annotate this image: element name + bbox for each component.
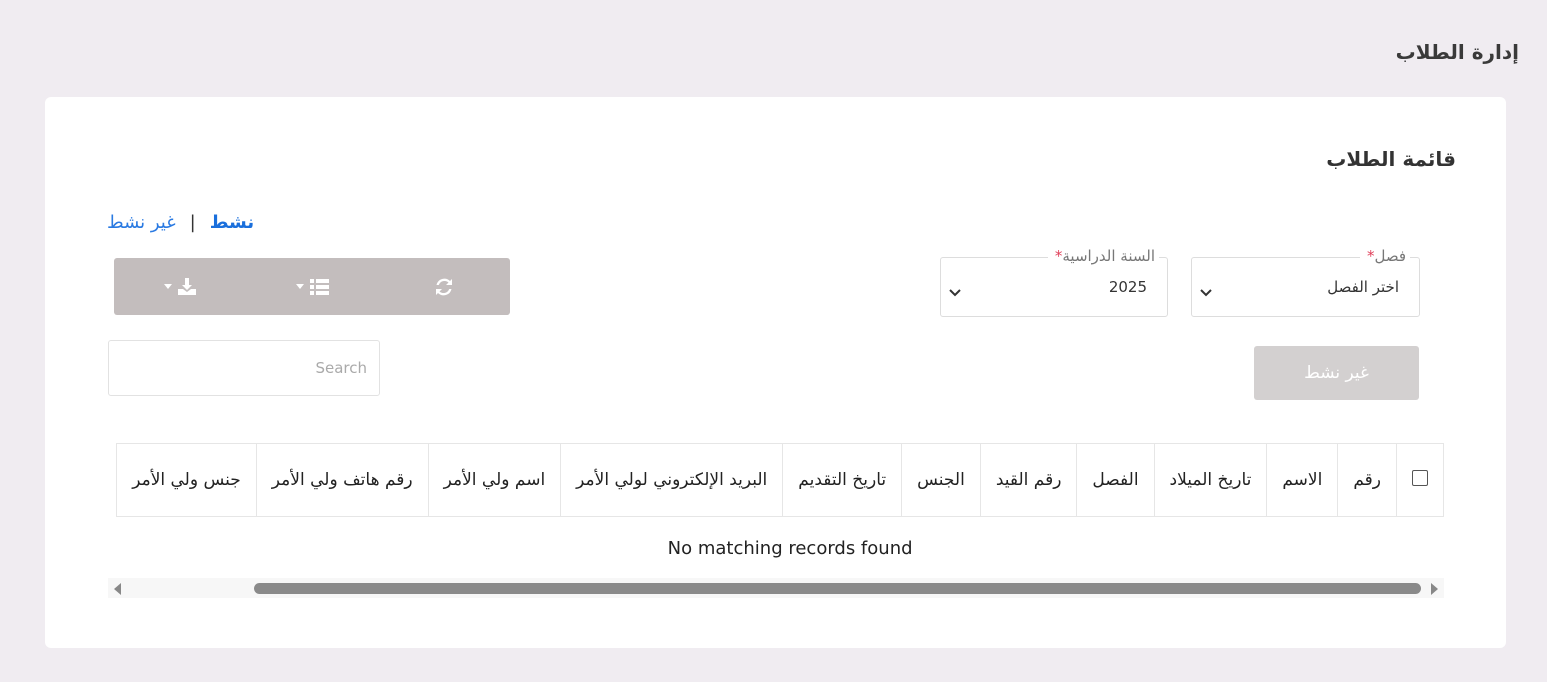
students-table-wrapper: رقم الاسم تاريخ الميلاد الفصل رقم القيد … (108, 443, 1444, 598)
students-card: قائمة الطلاب غير نشط | نشط 2025 السنة ال… (45, 97, 1506, 648)
horizontal-scrollbar[interactable] (108, 578, 1444, 598)
column-header[interactable]: الجنس (901, 443, 981, 517)
column-header[interactable]: الاسم (1266, 443, 1339, 517)
list-columns-icon (309, 278, 329, 295)
status-filter: غير نشط | نشط (107, 212, 254, 233)
chevron-down-icon (1200, 282, 1212, 301)
active-link[interactable]: نشط (210, 212, 254, 233)
year-select-value: 2025 (1108, 278, 1147, 296)
year-label: السنة الدراسية* (1047, 247, 1159, 265)
column-header[interactable]: رقم القيد (979, 443, 1078, 517)
select-all-checkbox[interactable] (1412, 469, 1428, 486)
scroll-left-icon[interactable] (114, 583, 121, 595)
search-input[interactable] (108, 340, 380, 396)
column-header[interactable]: اسم ولي الأمر (427, 443, 562, 517)
export-button[interactable] (114, 258, 246, 315)
chevron-down-icon (949, 282, 961, 301)
page-title: إدارة الطلاب (1395, 40, 1519, 64)
table-header-row: رقم الاسم تاريخ الميلاد الفصل رقم القيد … (116, 443, 1444, 517)
empty-message-text: No matching records found (667, 537, 913, 559)
refresh-button[interactable] (378, 258, 510, 315)
select-all-header (1396, 443, 1444, 517)
class-select[interactable]: اختر الفصل (1191, 257, 1420, 317)
scrollbar-thumb[interactable] (254, 583, 1421, 594)
caret-down-icon (295, 284, 304, 289)
card-title: قائمة الطلاب (1326, 147, 1456, 171)
column-header[interactable]: تاريخ الميلاد (1153, 443, 1268, 517)
column-header[interactable]: جنس ولي الأمر (116, 443, 257, 517)
class-label-text: فصل (1374, 247, 1406, 265)
class-label: فصل* (1359, 247, 1410, 265)
column-header[interactable]: رقم هاتف ولي الأمر (255, 443, 429, 517)
status-separator: | (189, 212, 196, 233)
students-table: رقم الاسم تاريخ الميلاد الفصل رقم القيد … (116, 443, 1444, 580)
scroll-right-icon[interactable] (1431, 583, 1438, 595)
year-label-text: السنة الدراسية (1062, 247, 1155, 265)
column-header[interactable]: البريد الإلكتروني لولي الأمر (560, 443, 784, 517)
caret-down-icon (164, 284, 172, 289)
inactive-link[interactable]: غير نشط (107, 212, 176, 233)
empty-message: No matching records found (116, 516, 1444, 580)
column-header[interactable]: رقم (1337, 443, 1397, 517)
column-header[interactable]: الفصل (1076, 443, 1155, 517)
year-select[interactable]: 2025 (940, 257, 1168, 317)
column-header[interactable]: تاريخ التقديم (782, 443, 903, 517)
refresh-icon (435, 278, 453, 296)
download-icon (178, 278, 196, 295)
empty-row: No matching records found (116, 516, 1444, 580)
columns-toggle-button[interactable] (246, 258, 378, 315)
table-toolbar (114, 258, 510, 315)
class-select-value: اختر الفصل (1327, 278, 1399, 296)
deactivate-button[interactable]: غير نشط (1254, 346, 1419, 400)
